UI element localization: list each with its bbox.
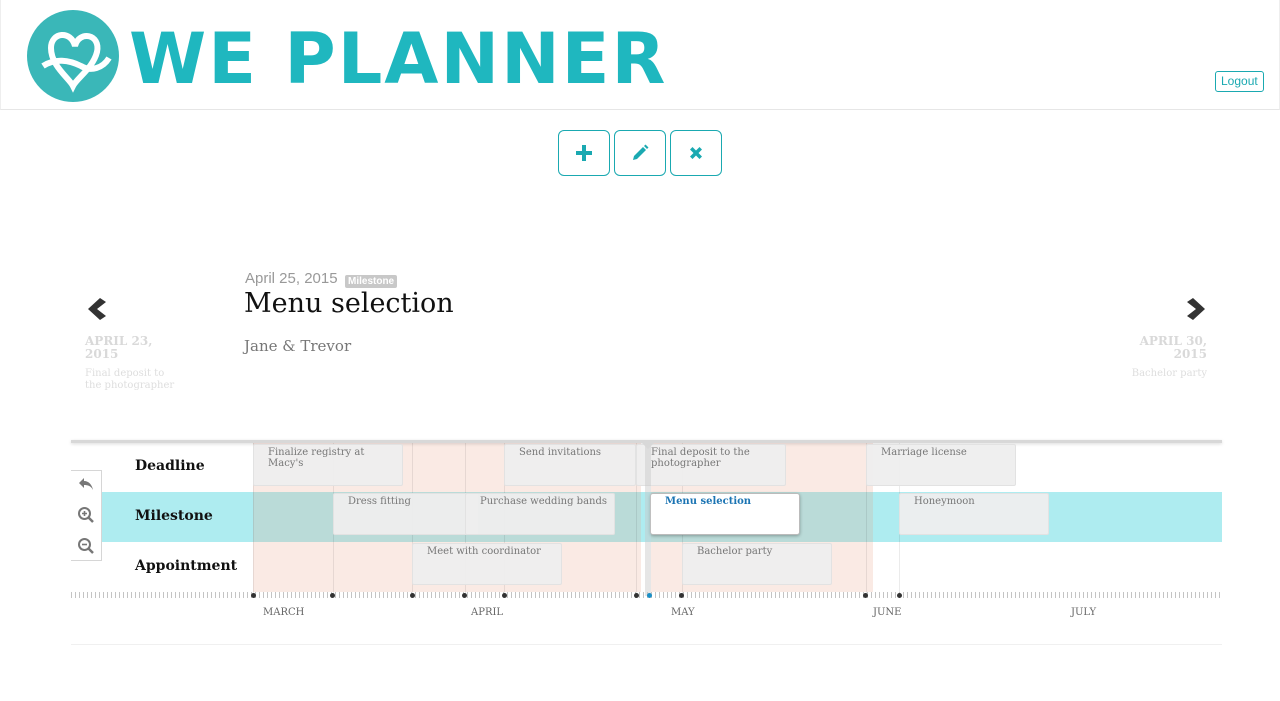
row-label-deadline: Deadline — [135, 458, 205, 474]
zoom-controls — [71, 470, 102, 561]
current-date-marker-tip — [639, 440, 657, 449]
add-event-button[interactable] — [558, 130, 610, 176]
timeline[interactable]: Deadline Milestone Appointment Finalize … — [71, 440, 1222, 645]
next-arrow-icon[interactable] — [1185, 296, 1209, 322]
timeline-event[interactable]: Marriage license — [866, 444, 1016, 486]
zoom-in-icon[interactable] — [77, 506, 95, 524]
row-label-appointment: Appointment — [135, 558, 238, 574]
current-event-date: April 25, 2015 — [245, 270, 338, 287]
timeline-event-selected[interactable]: Menu selection — [650, 493, 800, 535]
brand-name: WE PLANNER — [129, 18, 668, 100]
timeline-event[interactable]: Send invitations — [504, 444, 636, 486]
zoom-out-icon[interactable] — [77, 537, 95, 555]
plus-icon — [576, 145, 592, 161]
logout-button[interactable]: Logout — [1215, 71, 1264, 92]
timeline-event[interactable]: Meet with coordinator — [412, 543, 562, 585]
month-label: JUNE — [873, 607, 902, 618]
event-dot — [410, 593, 415, 598]
timeline-event[interactable]: Honeymoon — [899, 493, 1049, 535]
timeline-event[interactable]: Bachelor party — [682, 543, 832, 585]
event-dot — [502, 593, 507, 598]
event-dot — [462, 593, 467, 598]
month-label: MAY — [671, 607, 695, 618]
event-dot-active — [647, 593, 652, 598]
timeline-event[interactable]: Purchase wedding bands — [465, 493, 615, 535]
month-label: MARCH — [263, 607, 305, 618]
current-event-title: Menu selection — [244, 288, 454, 319]
month-label: APRIL — [471, 607, 504, 618]
timeline-event[interactable]: Finalize registry at Macy's — [253, 444, 403, 486]
event-dot — [897, 593, 902, 598]
pencil-icon — [633, 144, 649, 160]
event-dot — [679, 593, 684, 598]
event-dot — [330, 593, 335, 598]
next-event-date[interactable]: APRIL 30, 2015 — [1127, 335, 1207, 361]
current-date-marker — [645, 440, 651, 596]
previous-event-description[interactable]: Final deposit to the photographer — [85, 368, 175, 392]
timeline-event[interactable]: Dress fitting — [333, 493, 478, 535]
previous-event-date[interactable]: APRIL 23, 2015 — [85, 335, 165, 361]
close-icon — [690, 147, 702, 159]
previous-arrow-icon[interactable] — [84, 296, 108, 322]
month-label: JULY — [1071, 607, 1097, 618]
edit-event-button[interactable] — [614, 130, 666, 176]
row-label-milestone: Milestone — [135, 508, 213, 524]
delete-event-button[interactable] — [670, 130, 722, 176]
heart-knot-logo-icon — [27, 10, 119, 102]
event-type-badge: Milestone — [345, 275, 398, 288]
event-dot — [634, 593, 639, 598]
event-dot — [863, 593, 868, 598]
event-dot — [251, 593, 256, 598]
timeline-event[interactable]: Final deposit to the photographer — [636, 444, 786, 486]
back-to-start-icon[interactable] — [77, 475, 95, 493]
app-header: WE PLANNER Logout — [0, 0, 1280, 110]
next-event-description[interactable]: Bachelor party — [1117, 368, 1207, 380]
current-event-subtitle: Jane & Trevor — [244, 337, 352, 355]
